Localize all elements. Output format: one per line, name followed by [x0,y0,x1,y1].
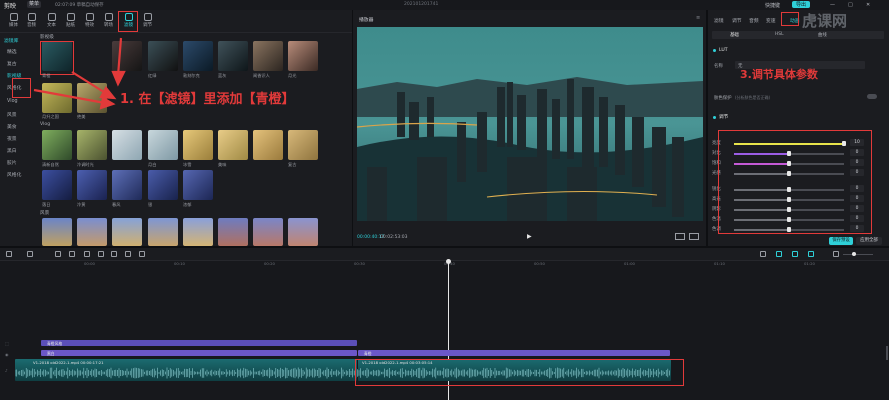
preview-menu-icon[interactable]: ≡ [696,15,700,21]
rotate-icon[interactable] [125,251,131,257]
filter-clip-b[interactable] [358,350,670,356]
zoom-out-icon[interactable] [833,251,839,257]
crop-icon[interactable] [139,251,145,257]
clip-b-label: 青橙 [364,351,372,356]
reverse-icon[interactable] [98,251,104,257]
subtab-basic[interactable]: 基础 [730,32,739,38]
track-eye-icon[interactable]: ◉ [5,352,9,357]
arrow-line [116,37,123,77]
arrow-head [111,70,126,87]
tab-speed[interactable]: 变速 [766,17,776,24]
split-icon[interactable] [55,251,61,257]
effect-track-clip[interactable] [41,340,357,346]
track-lock-icon[interactable]: ⬚ [5,341,9,346]
fullscreen-icon[interactable] [689,233,699,240]
apply-all-button[interactable]: 应用全部 [856,237,882,245]
tab-audio[interactable]: 音频 [749,17,759,24]
highlight-video-clip [355,359,684,386]
timeline-toolbar [0,248,889,261]
watermark-logo: 虎课网 [802,12,848,30]
ruler-tick-label: 01:20 [804,261,815,266]
city-skyline [357,27,703,221]
ruler-tick-label: 00:50 [534,261,545,266]
clip-fx-label: 青橙风格 [47,341,63,346]
playhead-knob[interactable] [446,259,451,264]
preview-axis-icon[interactable] [808,251,814,257]
magnet-icon[interactable] [776,251,782,257]
arrow-line [71,71,108,95]
clip-a-label: 黑白 [47,351,55,356]
annotation-step3: 3.调节具体参数 [740,68,818,81]
undo-icon[interactable] [27,251,33,257]
arrow-line [33,88,106,105]
adjust-label: 调节 [719,115,729,120]
freeze-icon[interactable] [84,251,90,257]
subtab-hsl[interactable]: HSL [775,32,784,37]
delete-icon[interactable] [69,251,75,257]
lut-label: LUT [719,48,728,53]
mirror-icon[interactable] [111,251,117,257]
highlight-adjust-tab [781,12,799,26]
link-icon[interactable] [792,251,798,257]
ruler-tick-label: 00:20 [264,261,275,266]
ratio-icon[interactable] [675,233,685,240]
auto-label: 肤色保护 [714,96,732,101]
save-preset-button[interactable]: 保存预设 [829,237,853,245]
auto-hint: (分析肤色是否正确) [735,95,771,100]
zoom-knob[interactable] [852,252,856,256]
select-tool-icon[interactable] [6,251,12,257]
arrow-head [99,96,116,110]
zoom-slider[interactable] [843,254,873,255]
name-label: 名称 [714,64,723,69]
highlight-sliders [718,130,872,234]
ruler-tick-label: 00:00 [84,261,95,266]
arrow-head [99,86,117,100]
video-frame [357,27,703,221]
adjust-checkbox[interactable] [713,116,716,119]
play-icon[interactable]: ▶ [527,233,532,240]
ruler-tick-label: 00:10 [174,261,185,266]
mic-icon[interactable] [760,251,766,257]
ruler-tick-label: 01:10 [714,261,725,266]
tab-adjust[interactable]: 调节 [732,17,742,24]
preview-title: 播放器 [359,18,374,23]
filter-clip-a[interactable] [41,350,357,356]
ruler-tick-label: 00:30 [354,261,365,266]
lut-checkbox[interactable] [713,49,716,52]
timeline-scrollbar[interactable] [886,346,888,360]
annotation-step1: 1. 在【滤镜】里添加【青橙】 [120,92,295,107]
track-mute-icon[interactable]: ♪ [5,368,8,373]
time-total: 00:02:53:03 [380,235,408,240]
video-clip-1-label: V1-2018 old2022-1.mp4 00:00:17:21 [33,360,104,365]
ruler-tick-label: 01:00 [624,261,635,266]
subtab-curve[interactable]: 曲线 [818,32,827,38]
tab-filter[interactable]: 滤镜 [714,17,724,24]
skin-toggle[interactable] [867,94,877,99]
